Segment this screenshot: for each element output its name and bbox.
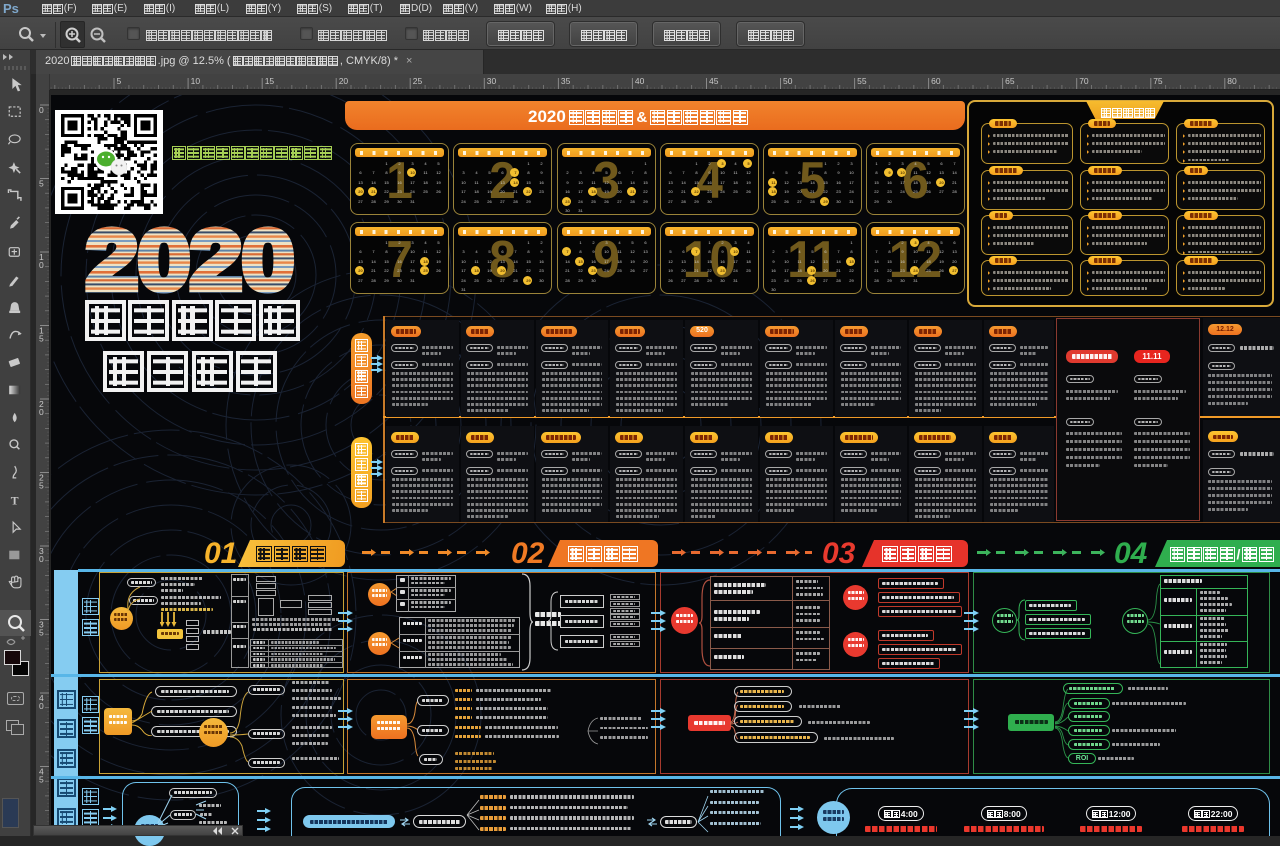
svg-text:15: 15 bbox=[265, 76, 275, 86]
svg-text:65: 65 bbox=[1005, 76, 1015, 86]
svg-text:70: 70 bbox=[1079, 76, 1089, 86]
svg-text:40: 40 bbox=[635, 76, 645, 86]
svg-text:55: 55 bbox=[857, 76, 867, 86]
svg-text:10: 10 bbox=[191, 76, 201, 86]
svg-text:5: 5 bbox=[39, 481, 44, 491]
svg-text:75: 75 bbox=[1153, 76, 1163, 86]
svg-text:5: 5 bbox=[39, 179, 44, 189]
svg-text:0: 0 bbox=[39, 105, 44, 115]
svg-text:60: 60 bbox=[931, 76, 941, 86]
svg-text:5: 5 bbox=[39, 334, 44, 344]
svg-text:25: 25 bbox=[413, 76, 423, 86]
svg-text:0: 0 bbox=[39, 701, 44, 711]
svg-text:50: 50 bbox=[783, 76, 793, 86]
svg-text:5: 5 bbox=[39, 628, 44, 638]
svg-text:80: 80 bbox=[1227, 76, 1237, 86]
svg-text:30: 30 bbox=[487, 76, 497, 86]
svg-text:0: 0 bbox=[39, 554, 44, 564]
svg-text:2020: 2020 bbox=[86, 219, 294, 299]
svg-text:35: 35 bbox=[561, 76, 571, 86]
svg-text:0: 0 bbox=[39, 407, 44, 417]
svg-text:T: T bbox=[11, 494, 19, 507]
svg-text:45: 45 bbox=[709, 76, 719, 86]
svg-text:5: 5 bbox=[39, 775, 44, 785]
svg-text:0: 0 bbox=[39, 260, 44, 270]
svg-text:20: 20 bbox=[339, 76, 349, 86]
svg-text:5: 5 bbox=[117, 76, 122, 86]
